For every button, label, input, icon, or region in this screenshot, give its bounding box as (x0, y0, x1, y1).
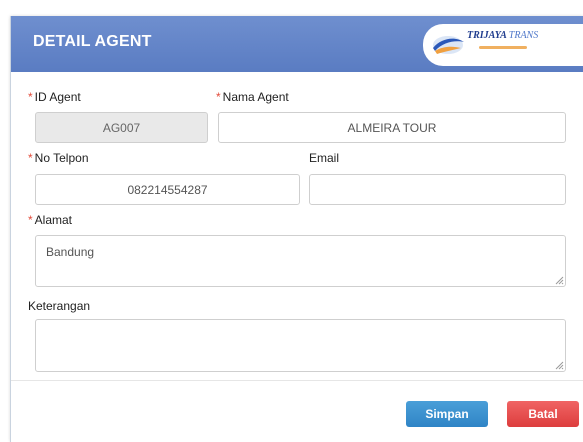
company-logo: TRIJAYA TRANS (423, 24, 583, 66)
keterangan-label-text: Keterangan (28, 299, 91, 313)
logo-text-secondary: TRANS (508, 30, 539, 41)
alamat-label-text: Alamat (34, 213, 73, 227)
id-agent-label: * ID Agent (28, 90, 81, 104)
logo-text-main: TRIJAYA (467, 30, 507, 41)
required-marker: * (216, 90, 221, 104)
id-agent-field[interactable] (35, 112, 208, 143)
required-marker: * (28, 213, 33, 227)
nama-agent-field[interactable] (218, 112, 566, 143)
nama-agent-label: * Nama Agent (216, 90, 289, 104)
logo-tagline-bar (479, 46, 527, 49)
modal-title: DETAIL AGENT (33, 33, 152, 50)
detail-agent-modal: DETAIL AGENT TRIJAYA TRANS *ID Agent * (10, 16, 583, 442)
no-telpon-label-text: No Telpon (34, 151, 89, 165)
keterangan-resize-grip-icon[interactable] (555, 361, 564, 370)
cancel-button[interactable]: Batal (507, 401, 579, 427)
keterangan-field[interactable] (35, 319, 566, 372)
id-agent-label-text: ID Agent (34, 90, 81, 104)
alamat-resize-grip-icon[interactable] (555, 276, 564, 285)
required-marker: * (28, 151, 33, 165)
no-telpon-field[interactable] (35, 174, 300, 205)
page: DETAIL AGENT TRIJAYA TRANS *ID Agent * (0, 0, 583, 442)
required-marker: * (28, 90, 33, 104)
modal-header: DETAIL AGENT TRIJAYA TRANS (11, 16, 583, 72)
no-telpon-label: * No Telpon (28, 151, 89, 165)
email-label-text: Email (309, 151, 340, 165)
alamat-field[interactable] (35, 235, 566, 287)
email-field[interactable] (309, 174, 566, 205)
email-label: Email (309, 151, 339, 165)
nama-agent-label-text: Nama Agent (222, 90, 289, 104)
footer-divider (11, 380, 583, 381)
keterangan-label: Keterangan (28, 299, 90, 313)
alamat-label: * Alamat (28, 213, 72, 227)
save-button[interactable]: Simpan (406, 401, 488, 427)
logo-text: TRIJAYA TRANS (467, 30, 538, 41)
logo-swoosh-icon (433, 36, 464, 54)
